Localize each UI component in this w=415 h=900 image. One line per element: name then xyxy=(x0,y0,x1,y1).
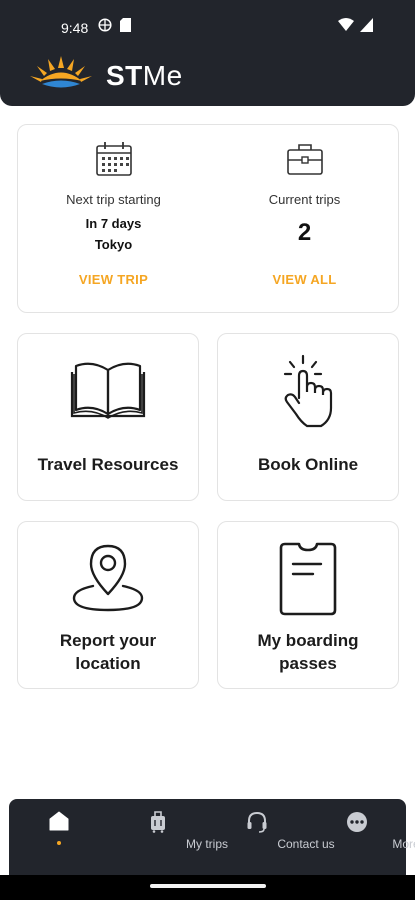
nav-more[interactable]: More xyxy=(307,799,415,875)
status-bar: 9:48 xyxy=(0,0,415,52)
report-location-label-line1: Report your xyxy=(59,631,157,650)
app-logo: STMe xyxy=(28,54,183,97)
book-online-tile[interactable]: Book Online xyxy=(217,333,399,501)
book-online-label: Book Online xyxy=(257,455,359,474)
travel-resources-tile[interactable]: Travel Resources xyxy=(17,333,199,501)
boarding-passes-label-line1: My boarding xyxy=(257,631,359,650)
view-trip-link[interactable]: VIEW TRIP xyxy=(18,272,209,287)
next-trip-destination: Tokyo xyxy=(94,237,133,252)
headset-icon xyxy=(246,811,268,838)
nav-contact-us[interactable]: Contact us xyxy=(207,799,335,875)
wifi-icon xyxy=(338,18,354,35)
travel-resources-label: Travel Resources xyxy=(37,455,179,474)
vpn-globe-icon xyxy=(98,18,112,35)
next-trip-section: Next trip starting In 7 days Tokyo VIEW … xyxy=(18,125,209,314)
report-location-label-line2: location xyxy=(75,654,141,673)
next-trip-when: In 7 days xyxy=(85,216,142,231)
book-icon xyxy=(70,360,146,427)
nav-my-trips[interactable]: My trips xyxy=(108,799,228,875)
more-dots-icon xyxy=(346,811,368,838)
cell-signal-icon xyxy=(360,18,373,35)
sim-card-icon xyxy=(120,18,131,35)
briefcase-icon xyxy=(286,141,324,182)
current-trips-label: Current trips xyxy=(268,192,341,207)
boarding-passes-tile[interactable]: My boarding passes xyxy=(217,521,399,689)
report-location-tile[interactable]: Report your location xyxy=(17,521,199,689)
trips-summary-card: Next trip starting In 7 days Tokyo VIEW … xyxy=(17,124,399,313)
calendar-icon xyxy=(95,141,133,182)
app-name: STMe xyxy=(106,59,183,91)
nav-home[interactable] xyxy=(9,799,108,875)
status-time: 9:48 xyxy=(61,20,89,36)
location-pin-icon xyxy=(71,542,145,619)
home-indicator[interactable] xyxy=(150,884,266,888)
tap-hand-icon xyxy=(281,354,335,433)
boarding-pass-icon xyxy=(279,542,337,621)
nav-more-label: More xyxy=(392,837,415,851)
bottom-navigation: My trips Contact us More xyxy=(9,799,415,875)
current-trips-section: Current trips 2 VIEW ALL xyxy=(209,125,400,314)
app-header: 9:48 STMe xyxy=(0,0,415,106)
current-trips-count: 2 xyxy=(297,219,312,246)
luggage-icon xyxy=(150,811,166,838)
home-icon xyxy=(49,811,69,836)
active-indicator-dot xyxy=(56,841,61,845)
sun-logo-icon xyxy=(28,54,94,97)
view-all-link[interactable]: VIEW ALL xyxy=(209,272,400,287)
boarding-passes-label-line2: passes xyxy=(279,654,337,673)
next-trip-label: Next trip starting xyxy=(66,192,161,207)
